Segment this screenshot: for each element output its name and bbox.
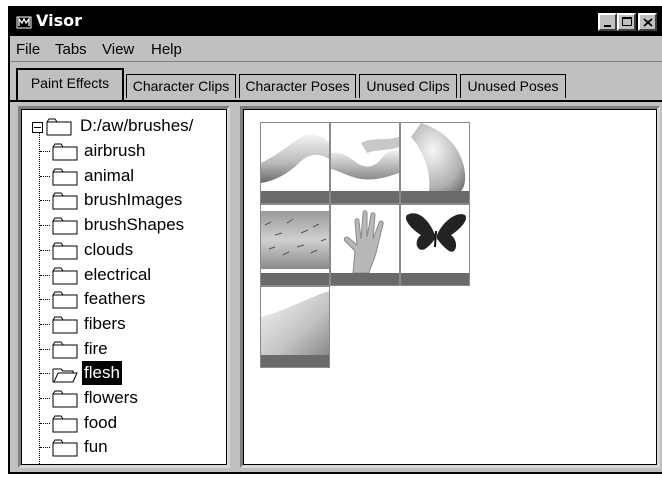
tree-root-label: D:/aw/brushes/ [80,116,194,135]
thumbnail-panel[interactable] [240,106,660,468]
title-bar[interactable]: Visor [10,8,662,36]
thumbnail-hand[interactable] [330,204,400,286]
folder-icon [52,415,78,433]
tree-item-label: flesh [82,361,122,386]
tree-connector [40,447,50,449]
visor-window: Visor File Tabs View Help Paint Effects … [8,6,662,474]
tree-item-label: fun [84,437,108,457]
folder-icon [52,192,78,210]
tree-item-brushshapes[interactable]: brushShapes [22,213,226,237]
folder-icon [52,390,78,408]
thumbnail-smooth-flesh[interactable] [400,122,470,204]
thumbnail-arm-elbow[interactable] [260,122,330,204]
tree-item-flowers[interactable]: flowers [22,386,226,410]
folder-icon [52,439,78,457]
tree-item-brushimages[interactable]: brushImages [22,188,226,212]
tab-character-poses[interactable]: Character Poses [239,74,356,98]
tree-connector [40,175,50,177]
tree-item-label: brushShapes [84,215,185,235]
tree-connector [40,422,50,424]
menu-tabs[interactable]: Tabs [55,41,87,59]
collapse-icon[interactable] [32,122,43,133]
tree-root[interactable]: D:/aw/brushes/ [22,114,226,138]
open-folder-icon [52,368,78,383]
tab-paint-effects[interactable]: Paint Effects [16,68,124,100]
tree-connector [40,299,50,301]
tree-item-food[interactable]: food [22,411,226,435]
folder-icon [52,316,78,334]
tree-connector [40,398,50,399]
folder-icon [52,217,78,235]
tree-connector [40,225,50,227]
smooth-skin-image [261,291,329,355]
butterfly-image [405,213,467,252]
thumbnail-fingers[interactable] [330,122,400,204]
folder-icon [52,267,78,284]
tree-connector [40,348,50,350]
app-icon [16,16,32,29]
tree-item-fibers[interactable]: fibers [22,312,226,336]
tab-character-clips[interactable]: Character Clips [126,74,236,98]
folder-tree-panel[interactable]: D:/aw/brushes/ airbrush animal brushImages… [18,106,230,468]
tree-item-label: fire [84,338,108,358]
folder-icon [52,168,78,186]
tree-connector [40,249,50,251]
folder-icon [52,341,78,359]
window-title: Visor [36,11,82,30]
thumbnail-hairy-arm[interactable] [260,204,330,286]
tree-item-label: brushImages [84,190,183,210]
tree-item-label: airbrush [84,141,146,160]
tree-item-fun[interactable]: fun [22,435,226,459]
menu-bar: File Tabs View Help [10,38,662,62]
tab-bar: Paint Effects Character Clips Character … [10,66,662,100]
hand-image [343,210,384,273]
tree-item-label: fibers [84,313,126,333]
close-icon [643,18,653,27]
tree-connector [40,323,50,325]
folder-icon [46,118,72,136]
fingers-image [331,137,399,180]
menu-view[interactable]: View [102,41,134,59]
tab-divider [10,100,662,102]
minimize-button[interactable] [598,13,617,31]
tree-item-label: electrical [84,264,152,284]
thumbnail-smooth-skin[interactable] [260,286,330,368]
tree-item-airbrush[interactable]: airbrush [22,139,226,163]
smooth-flesh-image [411,123,466,191]
maximize-button[interactable] [617,13,636,31]
tree-item-clouds[interactable]: clouds [22,238,226,262]
tree-item-label: animal [84,165,135,185]
hairy-arm-image [261,211,329,269]
tree-connector [40,200,50,202]
folder-icon [52,143,78,161]
tree-item-label: clouds [84,239,134,259]
menu-help[interactable]: Help [151,41,182,59]
tab-unused-poses[interactable]: Unused Poses [460,74,566,98]
close-button[interactable] [638,13,657,31]
tree-connector [40,373,50,375]
tab-unused-clips[interactable]: Unused Clips [359,74,457,98]
tree-item-label: flowers [84,388,138,407]
tree-item-feathers[interactable]: feathers [22,287,226,311]
tree-connector [40,151,50,152]
folder-icon [52,242,78,260]
tree-item-label: food [84,412,118,432]
thumbnail-butterfly[interactable] [400,204,470,286]
tree-item-animal[interactable]: animal [22,164,226,188]
arm-elbow-image [261,134,329,183]
tree-item-flesh[interactable]: flesh [22,361,226,386]
tree-item-fire[interactable]: fire [22,337,226,361]
tree-connector [40,274,50,276]
tree-item-label: feathers [84,289,146,309]
tree-item-electrical[interactable]: electrical [22,263,226,287]
menu-file[interactable]: File [16,41,40,59]
folder-icon [52,291,78,309]
